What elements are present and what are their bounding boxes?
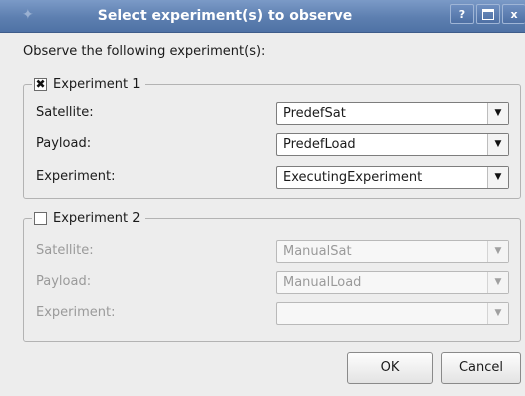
chevron-down-icon[interactable]: ▼ <box>487 103 508 124</box>
experiment-select[interactable]: ▼ <box>276 302 509 325</box>
satellite-value: ManualSat <box>283 244 352 259</box>
checkmark-icon: ✖ <box>35 76 46 91</box>
satellite-select[interactable]: ManualSat ▼ <box>276 240 509 263</box>
ok-button[interactable]: OK <box>347 352 433 384</box>
cancel-button[interactable]: Cancel <box>441 352 521 384</box>
help-icon: ? <box>458 8 466 21</box>
satellite-label: Satellite: <box>36 243 94 258</box>
experiment-1-group: ✖ Experiment 1 Satellite: PredefSat ▼ Pa… <box>23 75 521 199</box>
payload-label: Payload: <box>36 136 92 151</box>
close-icon: x <box>510 8 518 21</box>
experiment-1-label: Experiment 1 <box>53 76 141 92</box>
satellite-value: PredefSat <box>283 106 346 121</box>
experiment-2-label: Experiment 2 <box>53 210 141 226</box>
chevron-down-icon[interactable]: ▼ <box>487 134 508 155</box>
chevron-down-icon[interactable]: ▼ <box>487 241 508 262</box>
chevron-down-icon[interactable]: ▼ <box>487 272 508 293</box>
satellite-label: Satellite: <box>36 105 94 120</box>
experiment-2-toggle[interactable]: Experiment 2 <box>32 209 145 227</box>
experiment-select[interactable]: ExecutingExperiment ▼ <box>276 166 509 189</box>
chevron-down-icon[interactable]: ▼ <box>487 167 508 188</box>
payload-select[interactable]: ManualLoad ▼ <box>276 271 509 294</box>
payload-label: Payload: <box>36 274 92 289</box>
intro-text: Observe the following experiment(s): <box>23 44 266 59</box>
experiment-2-checkbox[interactable] <box>34 211 47 225</box>
payload-select[interactable]: PredefLoad ▼ <box>276 133 509 156</box>
payload-value: PredefLoad <box>283 137 356 152</box>
maximize-icon <box>482 9 494 20</box>
experiment-1-checkbox[interactable]: ✖ <box>34 76 47 91</box>
payload-value: ManualLoad <box>283 275 362 290</box>
experiment-2-group: Experiment 2 Satellite: ManualSat ▼ Payl… <box>23 209 521 342</box>
experiment-label: Experiment: <box>36 169 116 184</box>
window-title: Select experiment(s) to observe <box>97 8 353 24</box>
experiment-1-toggle[interactable]: ✖ Experiment 1 <box>32 75 145 93</box>
help-button[interactable]: ? <box>450 4 474 24</box>
title-bar[interactable]: ✦ Select experiment(s) to observe ? x <box>0 0 525 33</box>
close-button[interactable]: x <box>502 4 525 24</box>
chevron-down-icon[interactable]: ▼ <box>487 303 508 324</box>
experiment-label: Experiment: <box>36 305 116 320</box>
satellite-select[interactable]: PredefSat ▼ <box>276 102 509 125</box>
maximize-button[interactable] <box>476 4 500 24</box>
experiment-value: ExecutingExperiment <box>283 170 423 185</box>
